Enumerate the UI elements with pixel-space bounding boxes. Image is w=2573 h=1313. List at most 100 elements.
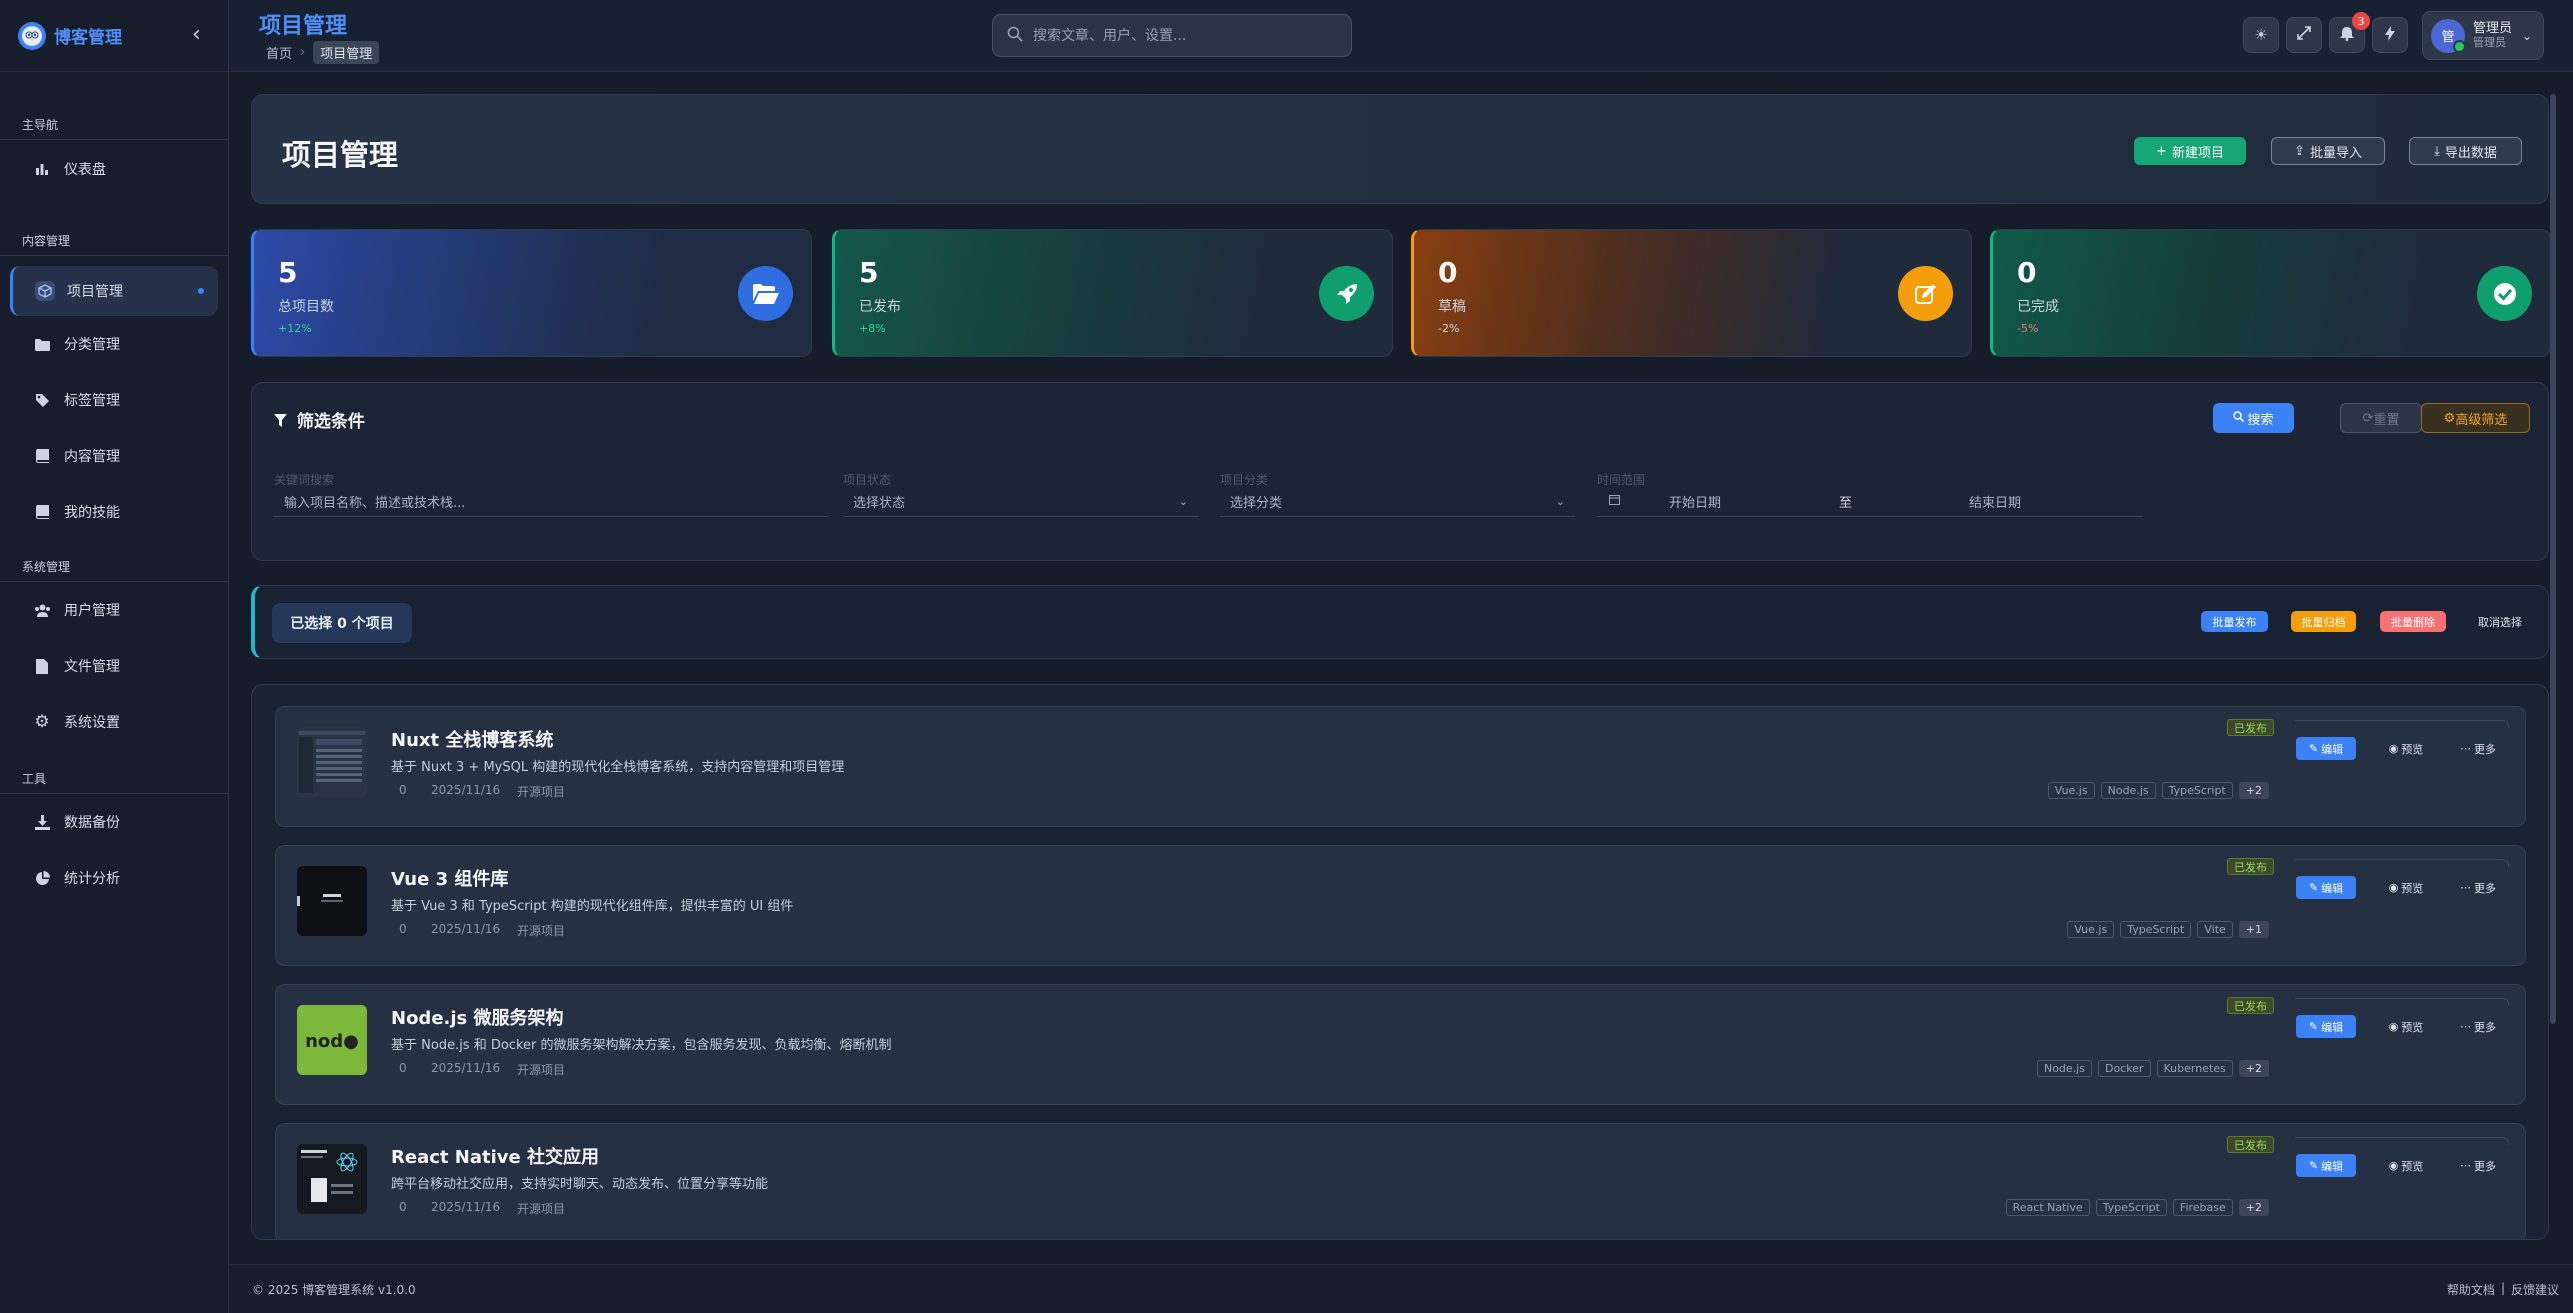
fullscreen-button[interactable] bbox=[2286, 17, 2322, 53]
sidebar-item-stats[interactable]: 统计分析 bbox=[0, 850, 228, 906]
batch-delete-button[interactable]: 批量删除 bbox=[2380, 611, 2446, 632]
folder-icon bbox=[32, 334, 52, 354]
stat-value: 0 bbox=[2017, 256, 2037, 289]
edit-button[interactable]: ✎ 编辑 bbox=[2296, 876, 2356, 899]
advanced-filter-button[interactable]: ⚙ 高级筛选 bbox=[2421, 403, 2530, 433]
preview-button[interactable]: ◉ 预览 bbox=[2378, 737, 2434, 760]
page-header-card: 项目管理 + 新建项目 ⇪ 批量导入 ⤓ 导出数据 bbox=[251, 94, 2549, 204]
stat-label: 已发布 bbox=[859, 299, 901, 315]
download-icon bbox=[32, 812, 52, 832]
project-date: 2025/11/16 bbox=[431, 1061, 501, 1075]
edit-button[interactable]: ✎ 编辑 bbox=[2296, 1015, 2356, 1038]
time-range-label: 时间范围 bbox=[1597, 473, 1646, 487]
notifications-button[interactable]: 3 bbox=[2329, 12, 2370, 53]
end-date-input[interactable]: 结束日期 bbox=[1969, 492, 2021, 511]
selection-bar: 已选择 0 个项目 批量发布 批量归档 批量删除 取消选择 bbox=[251, 585, 2549, 659]
sidebar-item-files[interactable]: 文件管理 bbox=[0, 638, 228, 694]
sidebar-item-content[interactable]: 内容管理 bbox=[0, 428, 228, 484]
new-project-button[interactable]: + 新建项目 bbox=[2134, 137, 2246, 165]
sidebar-item-categories[interactable]: 分类管理 bbox=[0, 316, 228, 372]
edit-button[interactable]: ✎ 编辑 bbox=[2296, 737, 2356, 760]
project-title[interactable]: React Native 社交应用 bbox=[391, 1143, 599, 1169]
stat-label: 总项目数 bbox=[278, 299, 334, 315]
theme-toggle-button[interactable]: ☀ bbox=[2243, 17, 2279, 53]
preview-button[interactable]: ◉ 预览 bbox=[2378, 876, 2434, 899]
refresh-icon: ⟳ bbox=[2362, 410, 2374, 426]
help-docs-link[interactable]: 帮助文档 bbox=[2447, 1281, 2495, 1298]
start-date-input[interactable]: 开始日期 bbox=[1669, 492, 1839, 511]
user-menu[interactable]: 管 管理员 管理员 ⌄ bbox=[2422, 11, 2544, 60]
date-range-picker[interactable]: 开始日期 至 结束日期 bbox=[1597, 487, 2142, 517]
page-title: 项目管理 bbox=[259, 14, 348, 39]
sidebar-item-settings[interactable]: ⚙ 系统设置 bbox=[0, 694, 228, 750]
eye-icon: ◉ bbox=[2388, 1020, 2399, 1033]
project-card[interactable]: React Native 社交应用 跨平台移动社交应用，支持实时聊天、动态发布、… bbox=[275, 1123, 2526, 1239]
sidebar-item-projects[interactable]: 项目管理 bbox=[10, 266, 218, 316]
nav-group-label: 主导航 bbox=[0, 112, 228, 140]
sidebar-item-tags[interactable]: 标签管理 bbox=[0, 372, 228, 428]
project-card[interactable]: Nuxt 全栈博客系统 基于 Nuxt 3 + MySQL 构建的现代化全栈博客… bbox=[275, 706, 2526, 827]
status-badge: 已发布 bbox=[2227, 858, 2274, 875]
stat-trend: -5% bbox=[2017, 322, 2039, 335]
sidebar-item-users[interactable]: 用户管理 bbox=[0, 582, 228, 638]
stat-value: 5 bbox=[859, 256, 879, 289]
sidebar-item-label: 用户管理 bbox=[64, 603, 120, 619]
edit-label: 编辑 bbox=[2321, 1020, 2344, 1034]
batch-archive-button[interactable]: 批量归档 bbox=[2291, 611, 2356, 632]
more-button[interactable]: ⋯ 更多 bbox=[2449, 737, 2507, 760]
project-list: Nuxt 全栈博客系统 基于 Nuxt 3 + MySQL 构建的现代化全栈博客… bbox=[251, 684, 2549, 1240]
project-title[interactable]: Vue 3 组件库 bbox=[391, 865, 508, 891]
batch-import-button[interactable]: ⇪ 批量导入 bbox=[2271, 137, 2385, 165]
cancel-selection-button[interactable]: 取消选择 bbox=[2465, 611, 2535, 632]
feedback-link[interactable]: 反馈建议 bbox=[2511, 1281, 2559, 1298]
more-button[interactable]: ⋯ 更多 bbox=[2449, 1154, 2507, 1177]
sidebar-item-dashboard[interactable]: 仪表盘 bbox=[0, 140, 228, 198]
nav-group-label: 内容管理 bbox=[0, 228, 228, 256]
project-date: 2025/11/16 bbox=[431, 922, 501, 936]
category-select[interactable]: 选择分类 ⌄ bbox=[1220, 487, 1575, 517]
search-button[interactable]: 搜索 bbox=[2213, 403, 2294, 433]
stat-card-draft: 0 草稿 -2% bbox=[1411, 229, 1972, 357]
status-badge: 已发布 bbox=[2227, 1136, 2274, 1153]
project-views: 0 bbox=[399, 922, 407, 936]
scrollbar[interactable] bbox=[2550, 94, 2556, 1024]
batch-publish-button[interactable]: 批量发布 bbox=[2201, 611, 2268, 632]
bar-chart-icon bbox=[32, 159, 52, 179]
eye-icon: ◉ bbox=[2388, 1159, 2399, 1172]
project-card[interactable]: Vue 3 组件库 基于 Vue 3 和 TypeScript 构建的现代化组件… bbox=[275, 845, 2526, 966]
project-type: 开源项目 bbox=[517, 1202, 566, 1216]
more-button[interactable]: ⋯ 更多 bbox=[2449, 1015, 2507, 1038]
rocket-icon bbox=[1319, 266, 1374, 321]
global-search[interactable] bbox=[992, 14, 1352, 57]
reset-button[interactable]: ⟳ 重置 bbox=[2340, 403, 2422, 433]
cube-icon bbox=[35, 281, 55, 301]
preview-button[interactable]: ◉ 预览 bbox=[2378, 1015, 2434, 1038]
keyword-input[interactable]: 输入项目名称、描述或技术栈... bbox=[274, 487, 829, 517]
calendar-icon bbox=[1609, 494, 1669, 509]
status-select[interactable]: 选择状态 ⌄ bbox=[843, 487, 1198, 517]
project-views: 0 bbox=[399, 783, 407, 797]
sidebar-item-skills[interactable]: 我的技能 bbox=[0, 484, 228, 540]
project-tags: Node.js Docker Kubernetes +2 bbox=[2036, 1060, 2269, 1077]
preview-button[interactable]: ◉ 预览 bbox=[2378, 1154, 2434, 1177]
advanced-filter-label: 高级筛选 bbox=[2455, 412, 2508, 428]
chevron-down-icon: ⌄ bbox=[2522, 28, 2533, 43]
stat-trend: +12% bbox=[278, 322, 312, 335]
breadcrumb-current: 项目管理 bbox=[313, 41, 380, 64]
topbar: 项目管理 首页 › 项目管理 bbox=[230, 0, 2573, 72]
breadcrumb-home[interactable]: 首页 bbox=[266, 43, 292, 62]
collapse-sidebar-icon[interactable]: ‹ bbox=[192, 22, 201, 47]
edit-icon: ✎ bbox=[2308, 1020, 2319, 1033]
project-type: 开源项目 bbox=[517, 1063, 566, 1077]
project-title[interactable]: Nuxt 全栈博客系统 bbox=[391, 726, 553, 752]
more-button[interactable]: ⋯ 更多 bbox=[2449, 876, 2507, 899]
sidebar-item-label: 我的技能 bbox=[64, 505, 120, 521]
search-input[interactable] bbox=[1033, 27, 1323, 44]
edit-button[interactable]: ✎ 编辑 bbox=[2296, 1154, 2356, 1177]
preview-label: 预览 bbox=[2401, 1159, 2424, 1173]
project-title[interactable]: Node.js 微服务架构 bbox=[391, 1004, 564, 1030]
export-data-button[interactable]: ⤓ 导出数据 bbox=[2409, 137, 2522, 165]
project-card[interactable]: nod● Node.js 微服务架构 基于 Node.js 和 Docker 的… bbox=[275, 984, 2526, 1105]
quick-action-button[interactable] bbox=[2372, 17, 2408, 53]
sidebar-item-backup[interactable]: 数据备份 bbox=[0, 794, 228, 850]
